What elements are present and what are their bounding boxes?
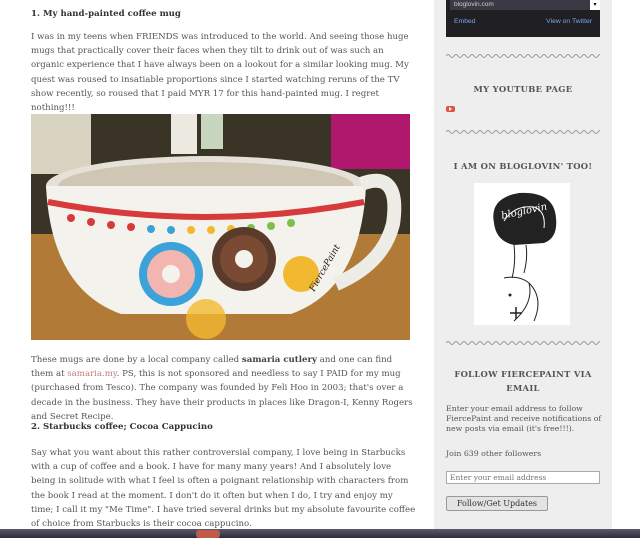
- twitter-account: bloglovin.com: [450, 0, 592, 10]
- sidebar: bloglovin.com ▾ Embed View on Twitter MY…: [434, 0, 612, 538]
- brand-name: samaria cutlery: [241, 355, 318, 365]
- email-field[interactable]: [446, 471, 600, 484]
- follow-title-line1: FOLLOW FIERCEPAINT VIA: [454, 369, 592, 379]
- youtube-title: MY YOUTUBE PAGE: [473, 84, 573, 94]
- taskbar-app-icon[interactable]: [196, 530, 220, 538]
- youtube-icon[interactable]: [446, 106, 455, 112]
- bloglovin-badge[interactable]: bloglovin: [474, 183, 570, 325]
- wavy-divider: [446, 341, 600, 345]
- mug-illustration: FiercePaint: [31, 114, 410, 340]
- post-heading-2: 2. Starbucks coffee; Cocoa Cappucino: [31, 422, 213, 432]
- bloglovin-sketch: bloglovin: [493, 192, 557, 322]
- coffee-mug-photo: FiercePaint: [31, 114, 410, 340]
- view-on-twitter-link[interactable]: View on Twitter: [546, 18, 592, 25]
- post-heading-1: 1. My hand-painted coffee mug: [31, 9, 181, 19]
- post-paragraph-2: These mugs are done by a local company c…: [31, 353, 416, 424]
- twitter-widget: bloglovin.com ▾ Embed View on Twitter: [446, 0, 600, 37]
- post-paragraph-3: Say what you want about this rather cont…: [31, 448, 416, 530]
- wavy-divider: [446, 54, 600, 58]
- chevron-down-icon[interactable]: ▾: [590, 0, 600, 10]
- samaria-link[interactable]: samaria.my: [67, 369, 116, 379]
- bloglovin-title: I AM ON BLOGLOVIN' TOO!: [453, 161, 593, 171]
- follow-title-line2: EMAIL: [506, 383, 540, 393]
- post-paragraph-1: I was in my teens when FRIENDS was intro…: [31, 32, 409, 114]
- embed-link[interactable]: Embed: [454, 18, 476, 25]
- followers-count: Join 639 other followers: [446, 449, 542, 458]
- follow-button[interactable]: Follow/Get Updates: [446, 496, 548, 511]
- wavy-divider: [446, 130, 600, 134]
- para2-text-a: These mugs are done by a local company c…: [31, 355, 242, 365]
- taskbar: [0, 529, 640, 538]
- follow-description: Enter your email address to follow Fierc…: [446, 404, 602, 433]
